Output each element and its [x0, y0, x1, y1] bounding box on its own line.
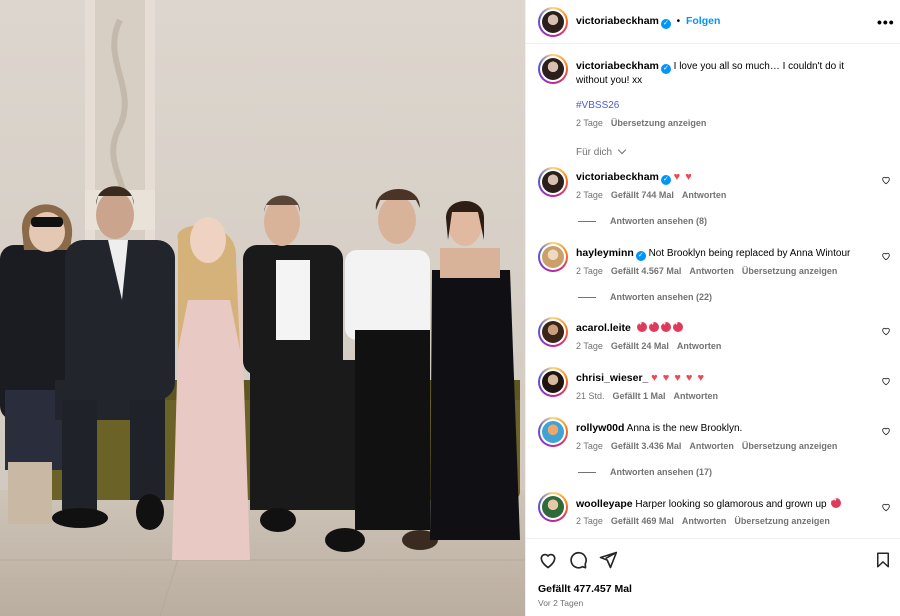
comment-text: Harper looking so glamorous and grown up	[635, 499, 827, 510]
comment-avatar[interactable]	[538, 167, 568, 197]
verified-icon: ✓	[660, 175, 671, 185]
verified-icon: ✓	[635, 251, 646, 261]
action-bar: Gefällt 477.457 Mal Vor 2 Tagen	[526, 538, 900, 616]
heart-icon[interactable]	[881, 502, 891, 512]
comment-avatar[interactable]	[538, 242, 568, 272]
header-username[interactable]: victoriabeckham	[576, 15, 659, 27]
comment-time: 2 Tage	[576, 190, 603, 200]
hashtag-link[interactable]: #VBSS26	[576, 100, 619, 111]
heart-icon[interactable]	[881, 326, 891, 336]
comment-time: 2 Tage	[576, 516, 603, 526]
view-replies-button[interactable]: Antworten ansehen (22)	[610, 292, 712, 302]
comment-time: 2 Tage	[576, 266, 603, 276]
comment-body: chrisi_wieser_ ♥ ♥ ♥ ♥ ♥	[576, 372, 705, 384]
post-side-panel: victoriabeckham ✓ • Folgen ••• victoriabe…	[525, 0, 900, 616]
comment-username[interactable]: rollyw00d	[576, 422, 624, 434]
comment-time: 21 Std.	[576, 391, 605, 401]
heart-eyes-icon	[636, 321, 647, 332]
comment-emoji: ♥ ♥ ♥ ♥ ♥	[651, 372, 706, 384]
reply-button[interactable]: Antworten	[682, 190, 727, 200]
follow-button[interactable]: Folgen	[686, 15, 720, 27]
translate-button[interactable]: Übersetzung anzeigen	[611, 118, 707, 128]
caption-time: 2 Tage	[576, 118, 603, 128]
heart-eyes-icon	[672, 321, 683, 332]
heart-icon[interactable]	[881, 376, 891, 386]
translate-button[interactable]: Übersetzung anzeigen	[742, 266, 838, 276]
heart-icon[interactable]	[538, 550, 558, 570]
comment-avatar[interactable]	[538, 417, 568, 447]
comment-likes[interactable]: Gefällt 3.436 Mal	[611, 441, 682, 451]
heart-eyes-icon	[660, 321, 671, 332]
comment-username[interactable]: hayleyminn	[576, 247, 634, 259]
comment-likes[interactable]: Gefällt 24 Mal	[611, 341, 669, 351]
comment-body: victoriabeckham ✓ ♥ ♥	[576, 171, 693, 185]
reply-button[interactable]: Antworten	[677, 341, 722, 351]
comment-body: rollyw00d Anna is the new Brooklyn.	[576, 422, 742, 434]
comment-likes[interactable]: Gefällt 469 Mal	[611, 516, 674, 526]
comment-avatar[interactable]	[538, 367, 568, 397]
share-icon[interactable]	[598, 550, 618, 570]
reply-button[interactable]: Antworten	[689, 266, 734, 276]
reply-button[interactable]: Antworten	[682, 516, 727, 526]
heart-eyes-icon	[831, 497, 842, 508]
reply-button[interactable]: Antworten	[689, 441, 734, 451]
comment-body: hayleyminn ✓ Not Brooklyn being replaced …	[576, 247, 850, 261]
replies-divider	[578, 472, 596, 473]
comment-body: acarol.leite	[576, 321, 685, 334]
comment-likes[interactable]: Gefällt 4.567 Mal	[611, 266, 682, 276]
verified-icon: ✓	[660, 19, 671, 29]
heart-icon[interactable]	[881, 175, 891, 185]
replies-divider	[578, 221, 596, 222]
posted-time: Vor 2 Tagen	[538, 598, 584, 608]
comment-icon[interactable]	[568, 550, 588, 570]
bookmark-icon[interactable]	[874, 550, 892, 570]
comment-username[interactable]: acarol.leite	[576, 322, 631, 334]
heart-icon[interactable]	[881, 426, 891, 436]
comment-body: woolleyape Harper looking so glamorous a…	[576, 497, 843, 510]
post-image	[0, 0, 525, 616]
comment-avatar[interactable]	[538, 492, 568, 522]
caption-avatar[interactable]	[538, 54, 568, 84]
heart-icon[interactable]	[881, 251, 891, 261]
comment-username[interactable]: woolleyape	[576, 498, 633, 510]
comment-text: Anna is the new Brooklyn.	[626, 423, 743, 434]
comment-likes[interactable]: Gefällt 1 Mal	[613, 391, 666, 401]
verified-icon: ✓	[660, 64, 671, 74]
more-horizontal-icon[interactable]: •••	[877, 14, 895, 30]
comment-username[interactable]: victoriabeckham	[576, 171, 659, 183]
chevron-down-icon	[617, 145, 627, 155]
comment-avatar[interactable]	[538, 317, 568, 347]
view-replies-button[interactable]: Antworten ansehen (8)	[610, 216, 707, 226]
comment-username[interactable]: chrisi_wieser_	[576, 372, 648, 384]
post-photo[interactable]	[0, 0, 525, 616]
likes-count[interactable]: Gefällt 477.457 Mal	[538, 583, 632, 595]
comment-emoji	[636, 321, 685, 334]
replies-divider	[578, 297, 596, 298]
heart-eyes-icon	[648, 321, 659, 332]
sort-label: Für dich	[576, 147, 613, 158]
header-avatar[interactable]	[538, 7, 568, 37]
view-replies-button[interactable]: Antworten ansehen (17)	[610, 467, 712, 477]
translate-button[interactable]: Übersetzung anzeigen	[734, 516, 830, 526]
separator-dot: •	[676, 16, 681, 27]
translate-button[interactable]: Übersetzung anzeigen	[742, 441, 838, 451]
comment-time: 2 Tage	[576, 341, 603, 351]
caption-username[interactable]: victoriabeckham	[576, 60, 659, 72]
sort-dropdown[interactable]: Für dich	[576, 145, 627, 158]
comment-text: Not Brooklyn being replaced by Anna Wint…	[648, 248, 851, 259]
comment-likes[interactable]: Gefällt 744 Mal	[611, 190, 674, 200]
post-header: victoriabeckham ✓ • Folgen •••	[526, 0, 900, 44]
comment-time: 2 Tage	[576, 441, 603, 451]
comment-emoji: ♥ ♥	[673, 171, 693, 183]
reply-button[interactable]: Antworten	[674, 391, 719, 401]
